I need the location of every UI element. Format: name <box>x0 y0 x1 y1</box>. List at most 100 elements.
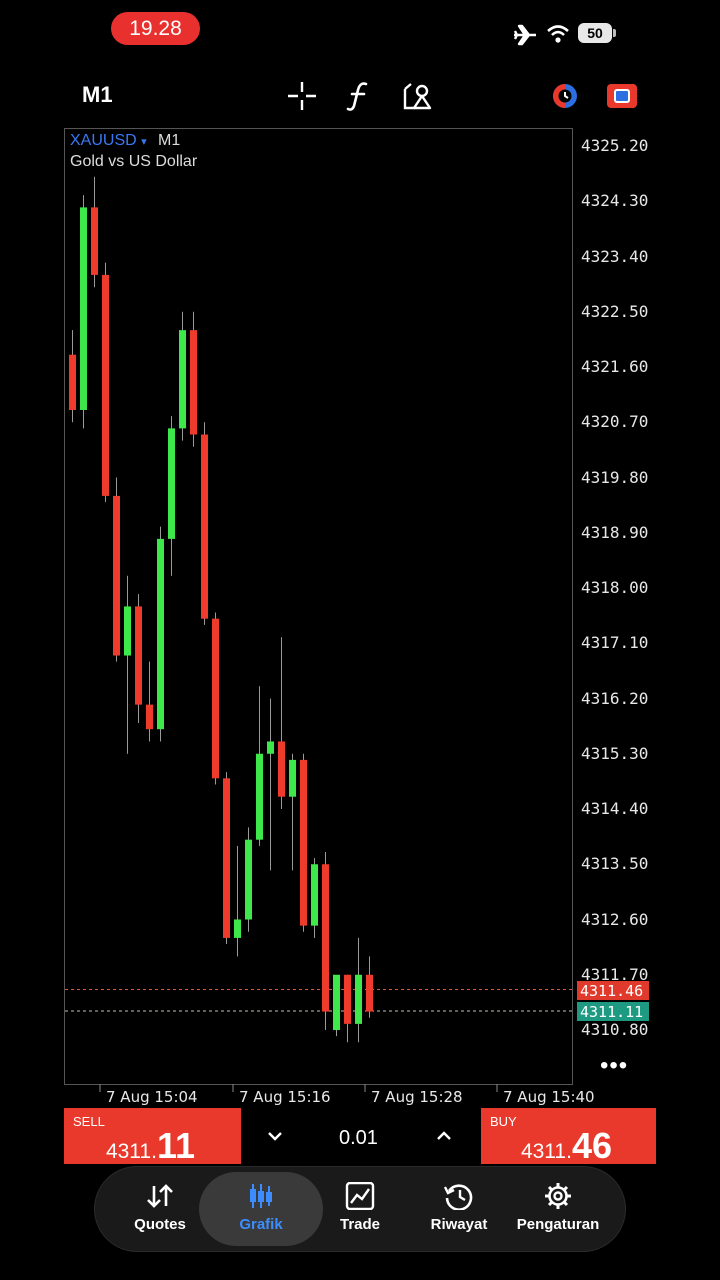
nav-trade[interactable]: Trade <box>305 1178 415 1233</box>
price-tick-label: 4322.50 <box>581 301 649 321</box>
history-icon <box>443 1184 473 1210</box>
candle <box>190 311 197 447</box>
sell-price-small: 4311. <box>105 1140 157 1163</box>
sell-price: 4311. 11 <box>106 1125 195 1167</box>
price-tick-label: 4324.30 <box>581 191 649 211</box>
price-tick-label: 4319.80 <box>581 467 649 487</box>
quotes-icon <box>147 1184 173 1208</box>
candle <box>146 661 153 742</box>
time-tick-label: 7 Aug 15:28 <box>371 1088 463 1106</box>
candle <box>223 772 230 945</box>
nav-riwayat[interactable]: Riwayat <box>404 1178 514 1233</box>
nav-grafik[interactable]: Grafik <box>206 1178 316 1233</box>
price-tick-label: 4318.90 <box>581 522 649 542</box>
more-options-button[interactable]: ••• <box>600 1052 628 1080</box>
price-tick-label: 4312.60 <box>581 909 649 929</box>
candle-body <box>234 919 241 938</box>
lot-size-value[interactable]: 0.01 <box>339 1127 378 1150</box>
nav-label: Trade <box>339 1216 381 1233</box>
candle-body <box>344 974 351 1024</box>
candle <box>201 422 208 625</box>
candle <box>289 753 296 871</box>
nav-label: Riwayat <box>430 1216 488 1233</box>
candle <box>322 851 329 1030</box>
lot-increase-button[interactable] <box>437 1125 451 1146</box>
symbol-dropdown-arrow: ▾ <box>141 136 147 148</box>
candle-body <box>135 606 142 705</box>
candle-body <box>355 974 362 1024</box>
nav-quotes[interactable]: Quotes <box>105 1178 215 1233</box>
price-tick-label: 4317.10 <box>581 633 649 653</box>
trade-icon <box>345 1182 375 1210</box>
symbol-description: Gold vs US Dollar <box>70 153 198 170</box>
sell-price-big: 11 <box>156 1125 195 1166</box>
chevron-up-icon <box>437 1131 451 1140</box>
candle-body <box>267 741 274 754</box>
candle-body <box>278 741 285 797</box>
chart-timeframe: M1 <box>158 132 181 149</box>
candle-body <box>124 606 131 656</box>
candle <box>234 845 241 957</box>
candle-body <box>223 778 230 938</box>
candle <box>91 176 98 288</box>
price-tick-label: 4313.50 <box>581 854 649 874</box>
candle <box>168 416 175 576</box>
candle <box>311 858 318 938</box>
bid-price-tag: 4311.46 <box>577 981 649 1000</box>
price-tick-label: 4310.80 <box>581 1020 649 1039</box>
candle-body <box>366 974 373 1012</box>
candle-body <box>289 759 296 797</box>
chart-symbol[interactable]: XAUUSD ▾ <box>70 132 147 150</box>
candle-body <box>300 759 307 926</box>
candle <box>102 262 109 503</box>
price-tick-label: 4316.20 <box>581 688 649 708</box>
candle <box>113 477 120 662</box>
chart-candles-icon <box>250 1184 272 1208</box>
candle <box>69 330 76 423</box>
candle-body <box>212 618 219 779</box>
candle-body <box>157 538 164 730</box>
candle-body <box>201 434 208 619</box>
chevron-down-icon <box>268 1132 282 1141</box>
sell-button[interactable]: SELL 4311. 11 <box>64 1108 241 1167</box>
buy-button[interactable]: BUY 4311. 46 <box>481 1108 656 1167</box>
nav-label: Grafik <box>239 1216 283 1233</box>
sell-label: SELL <box>73 1114 105 1129</box>
candle-body <box>146 704 153 730</box>
lot-decrease-button[interactable] <box>268 1125 282 1146</box>
candle <box>300 753 307 932</box>
symbol-text: XAUUSD <box>70 132 137 149</box>
nav-pengaturan[interactable]: Pengaturan <box>503 1178 613 1233</box>
time-tick-label: 7 Aug 15:40 <box>503 1088 595 1106</box>
buy-price-small: 4311. <box>520 1140 572 1163</box>
nav-label: Pengaturan <box>516 1216 600 1233</box>
price-tick-label: 4318.00 <box>581 578 649 597</box>
candle-body <box>69 354 76 410</box>
candle-body <box>179 330 186 429</box>
candle <box>135 594 142 724</box>
candle-body <box>333 974 340 1030</box>
candle <box>80 195 87 429</box>
time-tick-label: 7 Aug 15:04 <box>106 1088 198 1106</box>
candle <box>179 311 186 441</box>
candle-body <box>102 274 109 496</box>
candle-body <box>113 495 120 656</box>
price-tick-label: 4320.70 <box>581 412 649 432</box>
price-tick-label: 4315.30 <box>581 743 649 763</box>
buy-label: BUY <box>490 1114 517 1129</box>
candle-body <box>168 428 175 539</box>
candle-body <box>190 330 197 435</box>
candle-body <box>80 207 87 410</box>
candle <box>366 956 373 1018</box>
buy-price-big: 46 <box>571 1125 612 1166</box>
candle <box>245 827 252 932</box>
price-tick-label: 4321.60 <box>581 357 649 376</box>
ask-price-tag: 4311.11 <box>577 1002 649 1021</box>
price-tick-label: 4323.40 <box>581 246 649 266</box>
time-tick-label: 7 Aug 15:16 <box>239 1088 331 1106</box>
buy-price: 4311. 46 <box>521 1125 612 1167</box>
price-tick-label: 4314.40 <box>581 799 649 818</box>
candle <box>157 526 164 742</box>
nav-label: Quotes <box>134 1216 186 1233</box>
candle <box>256 686 263 846</box>
